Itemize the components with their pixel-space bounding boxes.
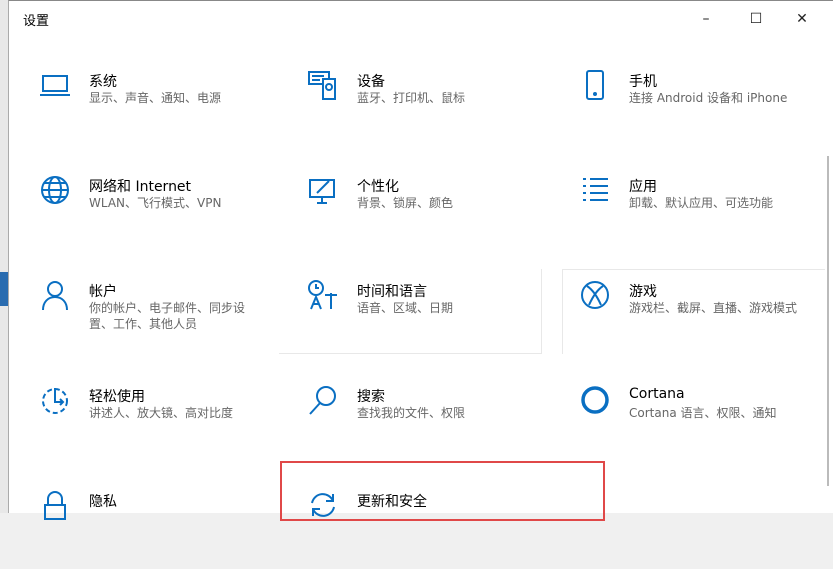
tile-title: 应用 <box>629 179 657 195</box>
tile-title: 隐私 <box>89 494 117 510</box>
lock-icon <box>39 489 71 525</box>
tile-title: 帐户 <box>89 284 117 300</box>
tile-subtitle: 蓝牙、打印机、鼠标 <box>357 91 466 105</box>
tile-title: 轻松使用 <box>89 389 145 405</box>
settings-tile-time-language[interactable]: 时间和语言 语音、区域、日期 <box>307 279 557 359</box>
close-button[interactable]: ✕ <box>779 5 825 33</box>
time-language-icon <box>307 279 339 315</box>
search-icon <box>307 384 339 420</box>
apps-icon <box>579 174 611 210</box>
tile-title: 游戏 <box>629 284 657 300</box>
settings-tile-phone[interactable]: 手机 连接 Android 设备和 iPhone <box>579 69 829 149</box>
maximize-button[interactable]: ☐ <box>733 5 779 33</box>
tile-subtitle: 你的帐户、电子邮件、同步设置、工作、其他人员 <box>89 301 246 331</box>
tile-subtitle: 查找我的文件、权限 <box>357 406 466 420</box>
settings-tile-xbox[interactable]: 游戏 游戏栏、截屏、直播、游戏模式 <box>579 279 829 359</box>
tile-title: 网络和 Internet <box>89 179 192 195</box>
tile-title: 手机 <box>629 74 657 90</box>
tile-title: 搜索 <box>357 389 385 405</box>
settings-window: 设置 – ☐ ✕ 系统 显示、声音、通知、电源 设备 蓝牙、打印机、鼠标 手机 连接 An… <box>8 0 833 521</box>
background-window <box>0 0 8 513</box>
tile-title: 设备 <box>357 74 385 90</box>
settings-tile-laptop[interactable]: 系统 显示、声音、通知、电源 <box>39 69 289 149</box>
settings-tile-personalize[interactable]: 个性化 背景、锁屏、颜色 <box>307 174 557 254</box>
tile-subtitle: WLAN、飞行模式、VPN <box>89 196 222 210</box>
tile-title: 个性化 <box>357 179 399 195</box>
tile-subtitle: 显示、声音、通知、电源 <box>89 91 222 105</box>
minimize-button[interactable]: – <box>683 5 729 33</box>
xbox-icon <box>579 279 611 315</box>
devices-icon <box>307 69 339 105</box>
window-title: 设置 <box>23 14 50 29</box>
ease-of-access-icon <box>39 384 71 420</box>
settings-tile-lock[interactable]: 隐私 <box>39 489 289 569</box>
person-icon <box>39 279 71 315</box>
settings-tile-devices[interactable]: 设备 蓝牙、打印机、鼠标 <box>307 69 557 149</box>
settings-tile-globe[interactable]: 网络和 Internet WLAN、飞行模式、VPN <box>39 174 289 254</box>
globe-icon <box>39 174 71 210</box>
tile-title: Cortana <box>629 386 685 402</box>
tile-subtitle: 语音、区域、日期 <box>357 301 454 315</box>
personalize-icon <box>307 174 339 210</box>
tile-subtitle: 讲述人、放大镜、高对比度 <box>89 406 234 420</box>
tile-subtitle: Cortana 语言、权限、通知 <box>629 406 777 420</box>
tile-subtitle: 背景、锁屏、颜色 <box>357 196 454 210</box>
tile-title: 时间和语言 <box>357 284 427 300</box>
background-window-accent <box>0 272 8 306</box>
tile-subtitle: 连接 Android 设备和 iPhone <box>629 91 788 105</box>
phone-icon <box>579 69 611 105</box>
tile-subtitle: 卸载、默认应用、可选功能 <box>629 196 774 210</box>
tile-title: 系统 <box>89 74 117 90</box>
cortana-icon <box>579 384 611 420</box>
settings-tile-ease-of-access[interactable]: 轻松使用 讲述人、放大镜、高对比度 <box>39 384 289 464</box>
settings-tile-apps[interactable]: 应用 卸载、默认应用、可选功能 <box>579 174 829 254</box>
settings-tile-person[interactable]: 帐户 你的帐户、电子邮件、同步设置、工作、其他人员 <box>39 279 289 359</box>
tile-subtitle: 游戏栏、截屏、直播、游戏模式 <box>629 301 798 315</box>
highlight-box <box>280 461 605 521</box>
settings-tile-search[interactable]: 搜索 查找我的文件、权限 <box>307 384 557 464</box>
settings-tile-cortana[interactable]: Cortana Cortana 语言、权限、通知 <box>579 384 829 464</box>
laptop-icon <box>39 69 71 105</box>
